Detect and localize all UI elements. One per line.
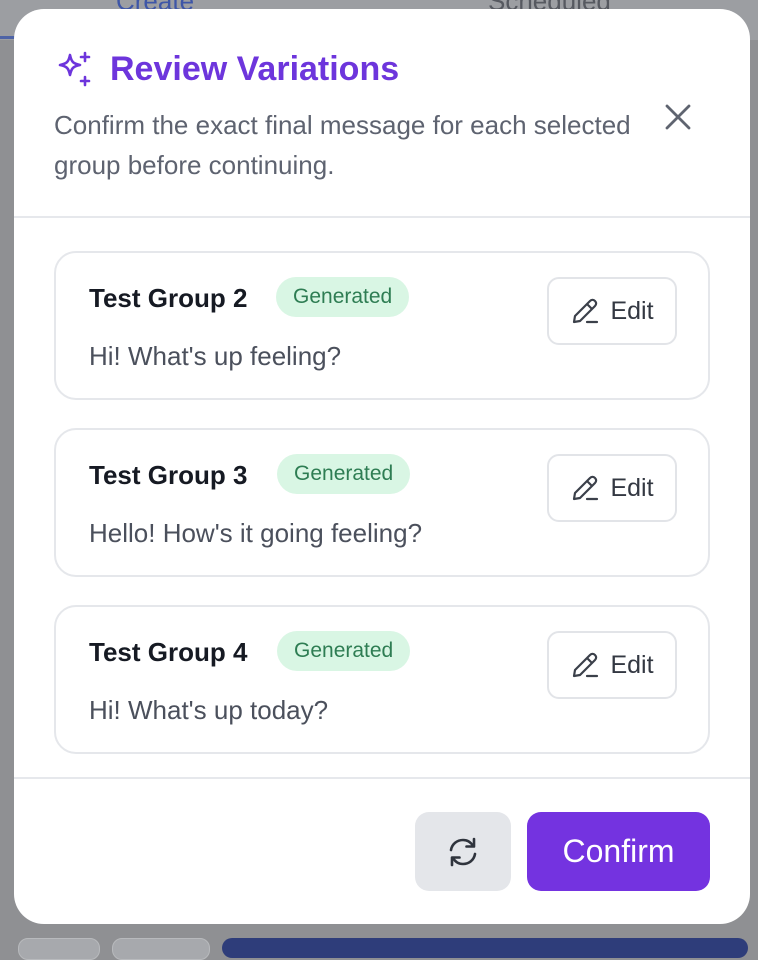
edit-button[interactable]: Edit xyxy=(547,631,677,699)
variation-list: Test Group 2 Generated Hi! What's up fee… xyxy=(54,251,710,782)
background-button xyxy=(112,938,210,960)
close-icon xyxy=(665,104,691,130)
review-variations-modal: Review Variations Confirm the exact fina… xyxy=(14,9,750,924)
modal-subtitle: Confirm the exact final message for each… xyxy=(54,110,631,180)
footer-divider xyxy=(14,777,750,779)
variation-message: Hi! What's up today? xyxy=(89,695,329,725)
variation-card: Test Group 3 Generated Hello! How's it g… xyxy=(54,428,710,577)
pencil-icon xyxy=(573,475,599,501)
group-name: Test Group 2 xyxy=(89,283,248,313)
header-divider xyxy=(14,216,750,218)
modal-title: Review Variations xyxy=(110,50,400,88)
edit-label: Edit xyxy=(610,473,654,502)
group-name: Test Group 4 xyxy=(89,637,248,667)
background-primary-button xyxy=(222,938,748,958)
edit-button[interactable]: Edit xyxy=(547,454,677,522)
edit-label: Edit xyxy=(610,650,654,679)
pencil-icon xyxy=(573,298,599,324)
status-badge: Generated xyxy=(277,454,411,494)
regenerate-button[interactable] xyxy=(415,812,511,891)
refresh-icon xyxy=(449,837,477,866)
edit-label: Edit xyxy=(610,296,654,325)
pencil-icon xyxy=(573,652,599,678)
variation-message: Hello! How's it going feeling? xyxy=(89,518,423,548)
close-button[interactable] xyxy=(654,93,702,141)
variation-card: Test Group 2 Generated Hi! What's up fee… xyxy=(54,251,710,400)
group-name: Test Group 3 xyxy=(89,460,248,490)
background-button xyxy=(18,938,100,960)
confirm-button[interactable]: Confirm xyxy=(527,812,710,891)
edit-button[interactable]: Edit xyxy=(547,277,677,345)
status-badge: Generated xyxy=(276,277,410,317)
status-badge: Generated xyxy=(277,631,411,671)
variation-message: Hi! What's up feeling? xyxy=(89,341,342,371)
variation-card: Test Group 4 Generated Hi! What's up tod… xyxy=(54,605,710,754)
modal-header: Review Variations Confirm the exact fina… xyxy=(14,9,750,217)
sparkles-icon xyxy=(58,51,91,87)
modal-title-row: Review Variations xyxy=(54,49,399,89)
